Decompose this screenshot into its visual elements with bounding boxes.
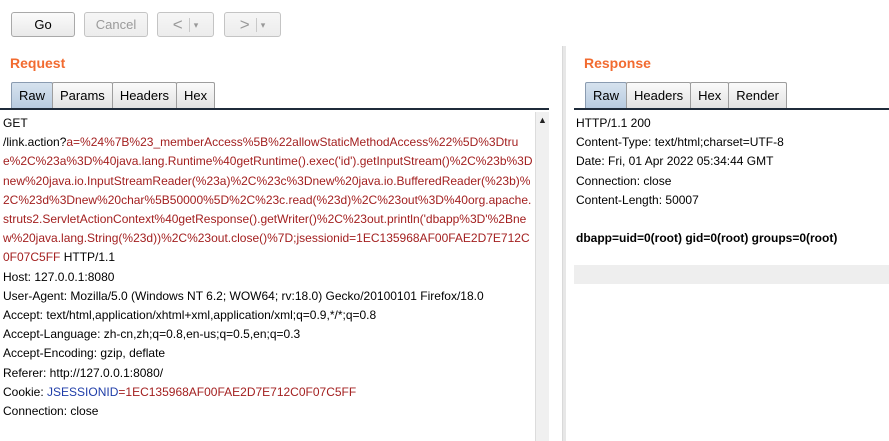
response-status-line: HTTP/1.1 200 bbox=[576, 116, 651, 130]
response-content-length: Content-Length: 50007 bbox=[576, 192, 699, 207]
forward-dropdown-icon[interactable]: ▾ bbox=[255, 17, 265, 32]
request-editor[interactable]: GET /link.action?a=%24%7B%23_memberAcces… bbox=[3, 114, 533, 441]
request-url-path: /link.action? bbox=[3, 135, 67, 150]
response-body-text: dbapp=uid=0(root) gid=0(root) groups=0(r… bbox=[576, 231, 838, 246]
request-tab-raw[interactable]: Raw bbox=[11, 82, 54, 108]
back-button[interactable]: < ▾ bbox=[157, 12, 214, 37]
response-blank-line bbox=[576, 210, 886, 229]
request-title: Request bbox=[10, 55, 66, 71]
response-tab-raw[interactable]: Raw bbox=[585, 82, 628, 108]
request-method: GET bbox=[3, 116, 28, 130]
request-scrollbar[interactable]: ▲ bbox=[535, 112, 549, 441]
header-accept: Accept: text/html,application/xhtml+xml,… bbox=[3, 308, 377, 323]
cancel-label: Cancel bbox=[95, 17, 137, 32]
request-tab-divider bbox=[0, 108, 549, 110]
forward-arrow-icon: > bbox=[239, 15, 250, 34]
go-button[interactable]: Go bbox=[11, 12, 75, 37]
response-tabs: Raw Headers Hex Render bbox=[585, 82, 787, 108]
back-arrow-icon: < bbox=[172, 15, 183, 34]
response-viewer[interactable]: HTTP/1.1 200 Content-Type: text/html;cha… bbox=[576, 114, 886, 248]
request-tabs: Raw Params Headers Hex bbox=[11, 82, 216, 108]
response-title: Response bbox=[584, 55, 651, 71]
request-protocol: HTTP/1.1 bbox=[60, 250, 116, 265]
request-tab-params[interactable]: Params bbox=[52, 82, 113, 108]
header-accept-language: Accept-Language: zh-cn,zh;q=0.8,en-us;q=… bbox=[3, 327, 301, 342]
response-tab-render[interactable]: Render bbox=[728, 82, 787, 108]
response-tab-headers[interactable]: Headers bbox=[626, 82, 692, 108]
response-tab-hex[interactable]: Hex bbox=[690, 82, 730, 108]
scroll-up-arrow-icon[interactable]: ▲ bbox=[536, 114, 549, 126]
back-dropdown-icon[interactable]: ▾ bbox=[188, 17, 198, 32]
pane-splitter[interactable] bbox=[562, 46, 566, 441]
header-host: Host: 127.0.0.1:8080 bbox=[3, 269, 115, 284]
response-highlight-band bbox=[574, 265, 889, 284]
forward-button[interactable]: > ▾ bbox=[224, 12, 281, 37]
response-connection: Connection: close bbox=[576, 173, 672, 188]
header-connection: Connection: close bbox=[3, 404, 99, 419]
header-user-agent: User-Agent: Mozilla/5.0 (Windows NT 6.2;… bbox=[3, 288, 484, 303]
request-tab-hex[interactable]: Hex bbox=[175, 82, 216, 108]
toolbar: Go Cancel < ▾ > ▾ bbox=[0, 0, 889, 46]
response-date: Date: Fri, 01 Apr 2022 05:34:44 GMT bbox=[576, 154, 774, 169]
header-referer: Referer: http://127.0.0.1:8080/ bbox=[3, 365, 164, 380]
response-tab-divider bbox=[574, 108, 889, 110]
cookie-label: Cookie: bbox=[3, 384, 48, 399]
request-tab-headers[interactable]: Headers bbox=[111, 82, 177, 108]
request-url-param: a=%24%7B%23_memberAccess%5B%22allowStati… bbox=[3, 135, 533, 265]
response-content-type: Content-Type: text/html;charset=UTF-8 bbox=[576, 135, 784, 150]
cookie-name: JSESSIONID bbox=[47, 384, 119, 399]
header-accept-encoding: Accept-Encoding: gzip, deflate bbox=[3, 346, 166, 361]
go-label: Go bbox=[34, 17, 52, 32]
cookie-value: =1EC135968AF00FAE2D7E712C0F07C5FF bbox=[118, 384, 357, 399]
cancel-button[interactable]: Cancel bbox=[84, 12, 148, 37]
